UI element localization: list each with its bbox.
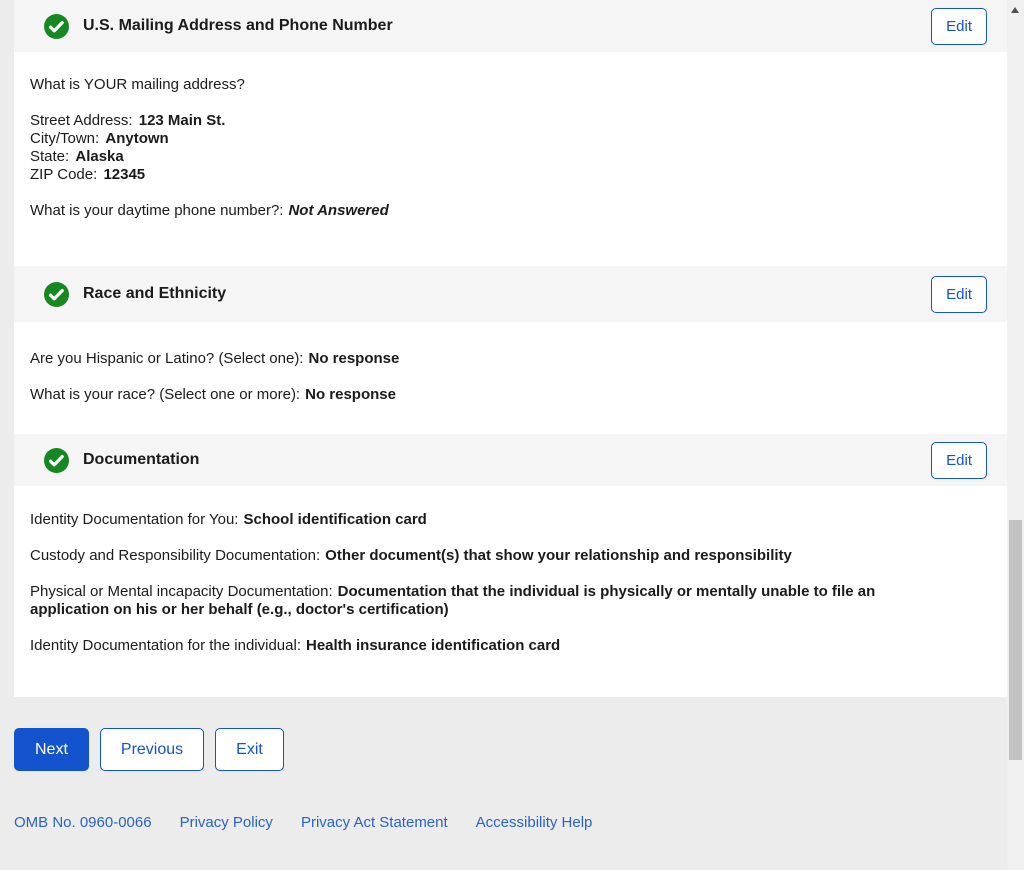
qa-label: Are you Hispanic or Latino? (Select one)… bbox=[30, 350, 303, 367]
qa-label: Street Address: bbox=[30, 112, 133, 129]
privacy-act-statement-link[interactable]: Privacy Act Statement bbox=[301, 814, 448, 831]
section-header-race-ethnicity: Race and Ethnicity Edit bbox=[14, 266, 1007, 322]
qa-value: Other document(s) that show your relatio… bbox=[325, 547, 792, 564]
section-title: U.S. Mailing Address and Phone Number bbox=[83, 17, 393, 35]
qa-label: City/Town: bbox=[30, 130, 99, 147]
qa-value: No response bbox=[305, 386, 396, 403]
complete-check-icon bbox=[44, 282, 69, 307]
section-race-ethnicity: Race and Ethnicity Edit Are you Hispanic… bbox=[14, 266, 1007, 434]
section-documentation: Documentation Edit Identity Documentatio… bbox=[14, 434, 1007, 697]
qa-label: What is your race? (Select one or more): bbox=[30, 386, 300, 403]
address-summary: Street Address: 123 Main St. City/Town: … bbox=[30, 112, 977, 184]
hispanic-latino-row: Are you Hispanic or Latino? (Select one)… bbox=[30, 350, 977, 368]
address-line: City/Town: Anytown bbox=[30, 130, 977, 148]
qa-label: State: bbox=[30, 148, 69, 165]
address-line: ZIP Code: 12345 bbox=[30, 166, 977, 184]
qa-value: No response bbox=[308, 350, 399, 367]
privacy-policy-link[interactable]: Privacy Policy bbox=[180, 814, 273, 831]
qa-value: 12345 bbox=[103, 166, 145, 183]
qa-label: Identity Documentation for the individua… bbox=[30, 637, 301, 654]
address-line: State: Alaska bbox=[30, 148, 977, 166]
complete-check-icon bbox=[44, 14, 69, 39]
identity-doc-individual-row: Identity Documentation for the individua… bbox=[30, 637, 951, 655]
incapacity-doc-row: Physical or Mental incapacity Documentat… bbox=[30, 583, 951, 619]
qa-label: Custody and Responsibility Documentation… bbox=[30, 547, 320, 564]
qa-value: 123 Main St. bbox=[139, 112, 226, 129]
section-body-documentation: Identity Documentation for You: School id… bbox=[14, 486, 1007, 697]
section-mailing-address: U.S. Mailing Address and Phone Number Ed… bbox=[14, 0, 1007, 266]
section-title: Documentation bbox=[83, 451, 199, 469]
edit-documentation-button[interactable]: Edit bbox=[931, 442, 987, 479]
scrollbar-thumb[interactable] bbox=[1009, 520, 1022, 760]
mailing-address-question: What is YOUR mailing address? bbox=[30, 76, 977, 94]
custody-doc-row: Custody and Responsibility Documentation… bbox=[30, 547, 951, 565]
form-navigation: Next Previous Exit bbox=[14, 728, 1007, 771]
accessibility-help-link[interactable]: Accessibility Help bbox=[476, 814, 593, 831]
qa-label: ZIP Code: bbox=[30, 166, 97, 183]
section-body-race-ethnicity: Are you Hispanic or Latino? (Select one)… bbox=[14, 322, 1007, 434]
qa-value: Anytown bbox=[105, 130, 168, 147]
identity-doc-you-row: Identity Documentation for You: School id… bbox=[30, 511, 951, 529]
section-header-documentation: Documentation Edit bbox=[14, 434, 1007, 486]
edit-mailing-address-button[interactable]: Edit bbox=[931, 8, 987, 45]
exit-button[interactable]: Exit bbox=[215, 728, 284, 771]
section-body-mailing-address: What is YOUR mailing address? Street Add… bbox=[14, 52, 1007, 266]
complete-check-icon bbox=[44, 448, 69, 473]
scroll-up-arrow-icon[interactable] bbox=[1011, 7, 1019, 13]
qa-value: School identification card bbox=[243, 511, 426, 528]
page-background: { "colors": { "primary_blue": "#1353ce",… bbox=[0, 0, 1024, 870]
review-page-content: U.S. Mailing Address and Phone Number Ed… bbox=[14, 0, 1007, 831]
phone-number-row: What is your daytime phone number?: Not A… bbox=[30, 202, 977, 220]
qa-value: Health insurance identification card bbox=[306, 637, 560, 654]
next-button[interactable]: Next bbox=[14, 728, 89, 771]
qa-label: Identity Documentation for You: bbox=[30, 511, 238, 528]
edit-race-ethnicity-button[interactable]: Edit bbox=[931, 276, 987, 313]
qa-value-not-answered: Not Answered bbox=[288, 202, 388, 219]
qa-label: Physical or Mental incapacity Documentat… bbox=[30, 583, 333, 600]
race-row: What is your race? (Select one or more):… bbox=[30, 386, 977, 404]
qa-value: Alaska bbox=[75, 148, 123, 165]
previous-button[interactable]: Previous bbox=[100, 728, 204, 771]
qa-label: What is your daytime phone number?: bbox=[30, 202, 283, 219]
section-title: Race and Ethnicity bbox=[83, 285, 226, 303]
page-footer: OMB No. 0960-0066 Privacy Policy Privacy… bbox=[14, 814, 1007, 831]
scrollbar-track[interactable] bbox=[1007, 0, 1024, 870]
section-header-mailing-address: U.S. Mailing Address and Phone Number Ed… bbox=[14, 0, 1007, 52]
address-line: Street Address: 123 Main St. bbox=[30, 112, 977, 130]
omb-number: OMB No. 0960-0066 bbox=[14, 814, 152, 831]
